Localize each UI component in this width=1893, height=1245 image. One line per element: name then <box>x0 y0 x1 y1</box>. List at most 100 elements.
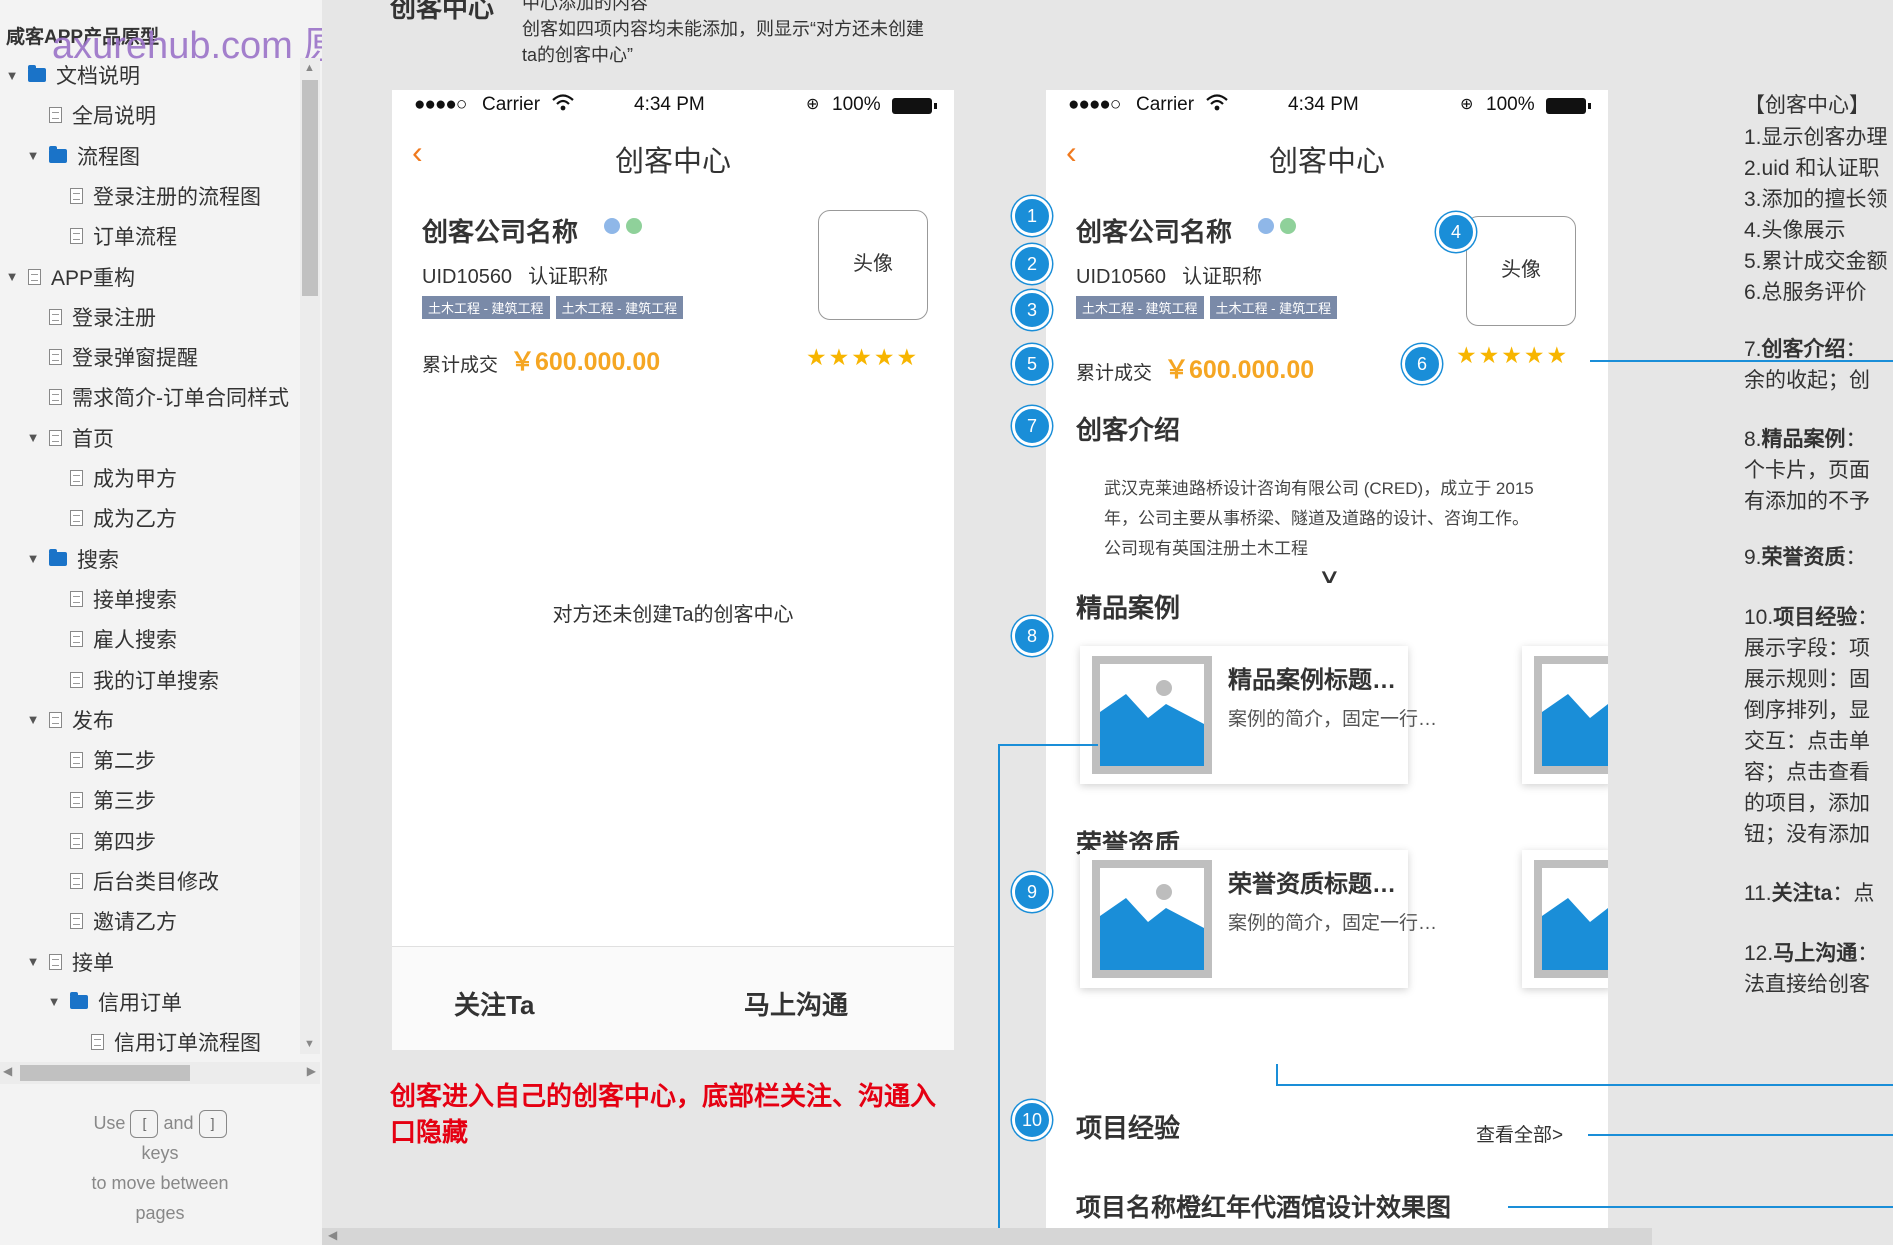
tree-item[interactable]: 接单搜索 <box>46 582 177 616</box>
page-icon <box>49 953 62 970</box>
expand-caret-icon[interactable]: ▼ <box>4 68 20 83</box>
tree-item-label: 接单搜索 <box>93 588 177 612</box>
expand-caret-icon[interactable]: ▼ <box>25 551 41 566</box>
tree-item[interactable]: 邀请乙方 <box>46 904 177 938</box>
empty-state-text: 对方还未创建Ta的创客中心 <box>552 604 794 626</box>
tree-item[interactable]: 第二步 <box>46 743 156 777</box>
page-icon <box>70 510 83 527</box>
tree-item[interactable]: ▼ 流程图 <box>25 139 140 173</box>
note-item: 7.创客介绍： <box>1744 338 1867 361</box>
tree-item[interactable]: 雇人搜索 <box>46 622 177 656</box>
image-placeholder-icon <box>1534 656 1608 774</box>
tree-item-label: 雇人搜索 <box>93 629 177 653</box>
case-desc: 案例的简介，固定一行… <box>1228 709 1438 730</box>
page-icon <box>49 349 62 366</box>
marker-7: 7 <box>1012 406 1052 446</box>
page-icon <box>70 470 83 486</box>
tree-item-label: 登录注册 <box>72 306 156 330</box>
tree-item[interactable]: 我的订单搜索 <box>46 663 219 697</box>
canvas-horizontal-scrollbar[interactable]: ◀ <box>322 1228 1652 1245</box>
connector-line <box>1588 1134 1893 1136</box>
tree-item[interactable]: ▼ 首页 <box>25 421 114 455</box>
scroll-up-icon[interactable]: ▲ <box>304 62 315 74</box>
project-name[interactable]: 项目名称橙红年代酒馆设计效果图 <box>1076 1188 1451 1224</box>
page-icon <box>49 711 62 728</box>
avatar[interactable]: 头像 <box>818 210 928 320</box>
honor-card-next[interactable] <box>1522 850 1608 988</box>
tree-item[interactable]: ▼ 文档说明 <box>4 58 140 92</box>
page-icon <box>49 107 62 124</box>
honor-card-title: 荣誉资质标题… <box>1228 871 1396 898</box>
nav-title: 创客中心 <box>614 146 731 178</box>
expand-caret-icon[interactable]: ▼ <box>25 430 41 445</box>
note-item: 1.显示创客办理 <box>1744 126 1888 149</box>
note-item: 余的收起；创 <box>1744 369 1870 392</box>
follow-button[interactable]: 关注Ta <box>454 985 534 1022</box>
scrollbar-thumb[interactable] <box>302 80 318 296</box>
page-icon <box>70 752 83 769</box>
skill-tag: 土木工程 - 建筑工程 <box>1076 296 1204 319</box>
help-text: pages <box>135 1203 185 1224</box>
tree-item[interactable]: ▼ APP重构 <box>4 260 135 294</box>
tree-item[interactable]: ▼ 发布 <box>25 703 114 737</box>
verified-badge-icon <box>626 218 642 234</box>
chat-button[interactable]: 马上沟通 <box>744 985 848 1022</box>
tree-item-label: 我的订单搜索 <box>93 669 219 693</box>
avatar[interactable]: 头像 <box>1466 216 1576 326</box>
note-line: 中心添加的内容 <box>522 0 648 13</box>
scroll-down-icon[interactable]: ▼ <box>304 1038 315 1050</box>
honor-card[interactable]: 荣誉资质标题… 案例的简介，固定一行… <box>1080 850 1437 988</box>
battery-label: 100% <box>1486 94 1535 115</box>
case-card[interactable]: 精品案例标题… 案例的简介，固定一行… <box>1080 646 1437 784</box>
red-annotation: 创客进入自己的创客中心，底部栏关注、沟通入口隐藏 <box>390 1081 937 1147</box>
page-icon <box>28 268 41 285</box>
marker-4: 4 <box>1436 212 1476 252</box>
page-icon <box>49 308 62 325</box>
connector-line <box>1276 1064 1278 1084</box>
marker-9: 9 <box>1012 872 1052 912</box>
scrollbar-thumb[interactable] <box>20 1065 190 1081</box>
tree-item[interactable]: 成为甲方 <box>46 461 177 495</box>
expand-caret-icon[interactable]: ▼ <box>25 712 41 727</box>
tree-horizontal-scrollbar[interactable]: ◀ ▶ <box>0 1062 320 1084</box>
folder-icon <box>49 145 67 163</box>
tree-item[interactable]: 登录注册 <box>25 300 156 334</box>
expand-chevron-icon[interactable]: ∨ <box>1318 564 1341 589</box>
expand-caret-icon[interactable]: ▼ <box>25 148 41 163</box>
expand-caret-icon[interactable]: ▼ <box>25 954 41 969</box>
view-all-link[interactable]: 查看全部> <box>1476 1120 1563 1147</box>
scroll-left-icon[interactable]: ◀ <box>328 1228 337 1242</box>
tree-item[interactable]: 成为乙方 <box>46 501 177 535</box>
expand-caret-icon[interactable]: ▼ <box>46 994 62 1009</box>
case-card-next[interactable] <box>1522 646 1608 784</box>
tree-item[interactable]: ▼ 接单 <box>25 945 114 979</box>
tree-item[interactable]: 第三步 <box>46 783 156 817</box>
tree-item[interactable]: 登录注册的流程图 <box>46 179 261 213</box>
tree-item[interactable]: 需求简介-订单合同样式 <box>25 380 289 414</box>
tree-item[interactable]: 登录弹窗提醒 <box>25 340 198 374</box>
expand-caret-icon[interactable]: ▼ <box>4 269 20 284</box>
tree-item-label: 成为乙方 <box>93 508 177 532</box>
tree-vertical-scrollbar[interactable]: ▲ ▼ <box>300 58 320 1054</box>
scroll-right-icon[interactable]: ▶ <box>307 1064 316 1078</box>
tree-item[interactable]: 全局说明 <box>25 98 156 132</box>
skill-tag: 土木工程 - 建筑工程 <box>555 296 684 319</box>
rating-stars-icon: ★★★★★ <box>806 344 920 370</box>
tree-item[interactable]: 后台类目修改 <box>46 864 219 898</box>
notes-header: 【创客中心】 <box>1744 94 1870 117</box>
tree-item[interactable]: ▼ 搜索 <box>25 542 119 576</box>
experience-title: 项目经验 <box>1076 1113 1181 1143</box>
battery-icon <box>892 98 937 114</box>
scroll-left-icon[interactable]: ◀ <box>3 1064 12 1078</box>
note-item: 有添加的不予 <box>1744 490 1870 513</box>
tree-item[interactable]: 信用订单流程图 <box>67 1025 261 1054</box>
cert-title: 认证职称 <box>1182 266 1263 288</box>
annotation-notes: 【创客中心】 1.显示创客办理 2.uid 和认证职 3.添加的擅长领 4.头像… <box>1744 90 1893 1100</box>
wifi-icon <box>552 94 574 118</box>
top-note: 中心添加的内容 创客如四项内容均未能添加，则显示“对方还未创建 ta的创客中心” <box>522 0 1002 68</box>
tree-item[interactable]: 第四步 <box>46 824 156 858</box>
tree-item[interactable]: ▼ 信用订单 <box>46 985 182 1019</box>
folder-icon <box>70 991 88 1009</box>
tree-item[interactable]: 订单流程 <box>46 219 177 253</box>
rotation-lock-icon: ⊕ <box>1460 96 1474 113</box>
